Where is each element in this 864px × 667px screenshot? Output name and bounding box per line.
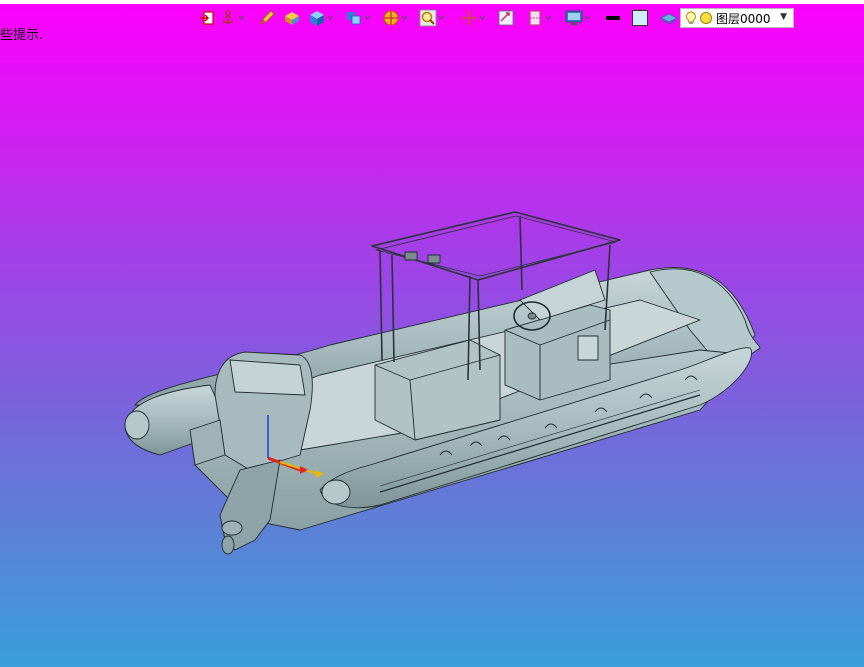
tube-endcap: [321, 479, 351, 505]
rib-boat-model[interactable]: [0, 0, 864, 667]
stern-endcap: [124, 410, 150, 440]
